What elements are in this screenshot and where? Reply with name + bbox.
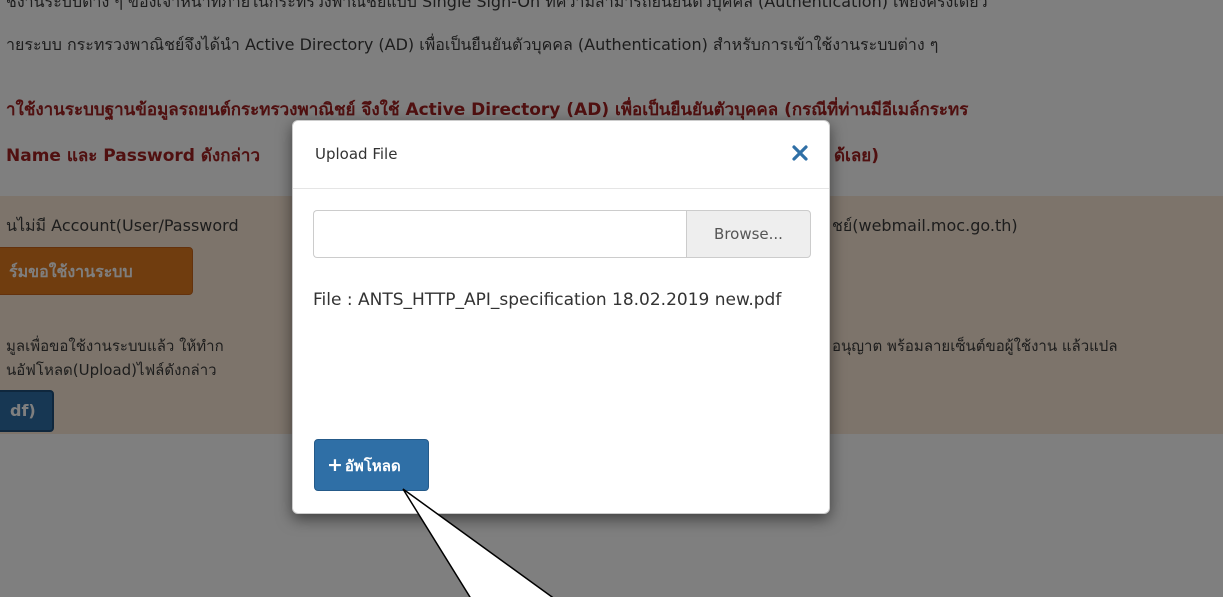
close-icon[interactable] xyxy=(789,142,811,164)
modal-header: Upload File xyxy=(293,121,829,189)
file-path-input[interactable] xyxy=(313,210,686,258)
selected-file-label: File : ANTS_HTTP_API_specification 18.02… xyxy=(313,290,782,310)
upload-button-label: อัพโหลด xyxy=(344,457,401,475)
browse-button[interactable]: Browse... xyxy=(686,210,811,258)
upload-file-modal: Upload File Browse... File : ANTS_HTTP_A… xyxy=(292,120,830,514)
modal-title: Upload File xyxy=(315,145,398,163)
upload-button[interactable]: + อัพโหลด xyxy=(314,439,429,491)
file-input-group: Browse... xyxy=(313,210,811,258)
plus-icon: + xyxy=(327,454,343,476)
